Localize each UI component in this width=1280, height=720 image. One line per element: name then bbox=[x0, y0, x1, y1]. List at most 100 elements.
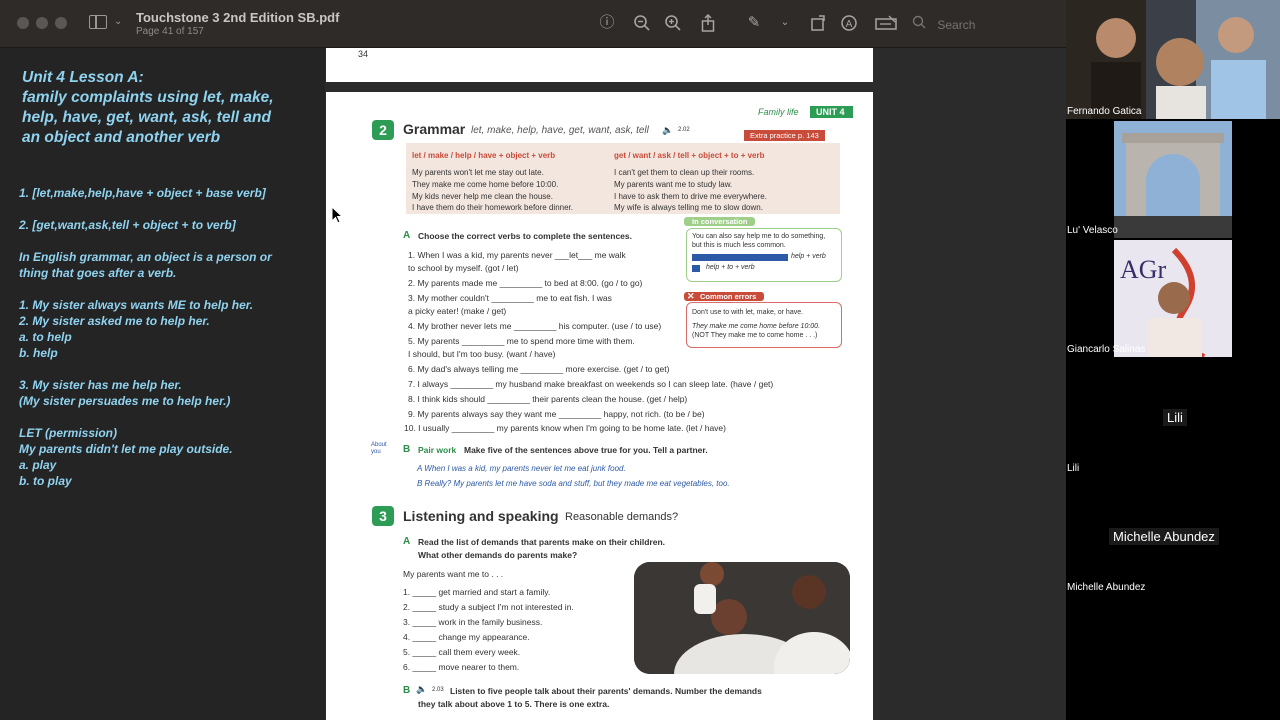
empty-area bbox=[1211, 597, 1280, 720]
share-icon[interactable] bbox=[699, 13, 717, 32]
grammar-example: My wife is always telling me to slow dow… bbox=[614, 203, 763, 212]
exercise-letter: B bbox=[403, 685, 411, 696]
audio-track: 2.02 bbox=[678, 127, 690, 133]
audio-icon[interactable]: 🔈 bbox=[416, 684, 427, 695]
maximize-window-button[interactable] bbox=[55, 17, 67, 29]
usage-bar-help-to-verb bbox=[692, 265, 700, 272]
notes-line: LET (permission) bbox=[19, 426, 118, 440]
participant-video[interactable] bbox=[1114, 121, 1232, 238]
conversation-text: but this is much less common. bbox=[692, 242, 786, 249]
exercise-instruction: Read the list of demands that parents ma… bbox=[418, 537, 666, 547]
grammar-example: My kids never help me clean the house. bbox=[412, 192, 553, 201]
example-dialogue: B Really? My parents let me have soda an… bbox=[417, 479, 730, 488]
exercise-item: 5. My parents _________ me to spend more… bbox=[408, 336, 635, 346]
exercise-instruction: What other demands do parents make? bbox=[418, 550, 578, 560]
notes-line: 2. My sister asked me to help her. bbox=[19, 314, 210, 328]
participant-video[interactable]: AGr bbox=[1114, 240, 1232, 357]
participant-name: Lu' Velasco bbox=[1067, 225, 1118, 236]
notes-line: a. to help bbox=[19, 330, 72, 344]
exercise-item: 8. I think kids should _________ their p… bbox=[408, 394, 688, 404]
conversation-text: You can also say help me to do something… bbox=[692, 233, 826, 240]
grammar-example: My parents want me to study law. bbox=[614, 180, 733, 189]
header-tag: Family life bbox=[758, 107, 799, 117]
notes-line: My parents didn't let me play outside. bbox=[19, 442, 233, 456]
exercise-item: 9. My parents always say they want me __… bbox=[408, 409, 705, 419]
pdf-window-titlebar: ⌄ Touchstone 3 2nd Edition SB.pdf Page 4… bbox=[0, 0, 1066, 48]
zoom-in-icon[interactable] bbox=[664, 14, 682, 32]
chevron-down-icon[interactable]: ⌄ bbox=[114, 16, 122, 27]
list-lead: My parents want me to . . . bbox=[403, 569, 504, 579]
notes-line: thing that goes after a verb. bbox=[19, 266, 177, 280]
listening-subtitle: Reasonable demands? bbox=[565, 511, 679, 523]
notes-line: 1. [let,make,help,have + object + base v… bbox=[19, 186, 266, 200]
rotate-icon[interactable] bbox=[809, 14, 827, 32]
minimize-window-button[interactable] bbox=[36, 17, 48, 29]
grammar-subtitle: let, make, help, have, get, want, ask, t… bbox=[471, 125, 649, 136]
video-participants-panel: Fernando Gatica Lu' Velasco AGr Giancarl… bbox=[1066, 0, 1280, 597]
exercise-item: a picky eater! (make / get) bbox=[408, 306, 507, 316]
exercise-letter: A bbox=[403, 230, 411, 241]
notes-heading-line: an object and another verb bbox=[22, 129, 221, 146]
grammar-title: Grammar bbox=[403, 121, 466, 137]
notes-panel: Unit 4 Lesson A: family complaints using… bbox=[0, 48, 325, 720]
info-icon[interactable]: ⓘ bbox=[598, 14, 616, 32]
exercise-item: 10. I usually _________ my parents know … bbox=[404, 423, 726, 433]
svg-text:A: A bbox=[846, 19, 853, 30]
grammar-example: They make me come home before 10:00. bbox=[412, 180, 559, 189]
extra-practice-tag: Extra practice p. 143 bbox=[744, 130, 825, 141]
page-indicator: Page 41 of 157 bbox=[136, 26, 204, 37]
mouse-cursor-icon bbox=[331, 206, 343, 224]
notes-line: 1. My sister always wants ME to help her… bbox=[19, 298, 254, 312]
chevron-down-icon[interactable]: ⌄ bbox=[776, 14, 794, 32]
exercise-letter: B bbox=[403, 444, 411, 455]
notes-heading-line: Unit 4 Lesson A: bbox=[22, 69, 144, 86]
audio-track: 2.03 bbox=[432, 687, 444, 693]
participant-avatar-name[interactable]: Lili bbox=[1163, 409, 1187, 426]
sidebar-toggle-icon[interactable] bbox=[89, 15, 107, 29]
grammar-example: My parents won't let me stay out late. bbox=[412, 168, 544, 177]
navigate-icon[interactable]: A bbox=[840, 14, 858, 32]
audio-icon[interactable]: 🔈 bbox=[662, 125, 673, 136]
exercise-item: to school by myself. (got / let) bbox=[408, 263, 519, 273]
exercise-instruction: they talk about above 1 to 5. There is o… bbox=[418, 699, 610, 709]
notes-line: 2. [get,want,ask,tell + object + to verb… bbox=[19, 218, 236, 232]
exercise-item: 1. When I was a kid, my parents never __… bbox=[408, 250, 626, 260]
participant-video[interactable]: Fernando Gatica bbox=[1066, 0, 1280, 119]
notes-line: b. help bbox=[19, 346, 58, 360]
demand-item: 2. _____ study a subject I'm not interes… bbox=[403, 602, 574, 612]
grammar-example: I have them do their homework before din… bbox=[412, 203, 573, 212]
notes-line: b. to play bbox=[19, 474, 72, 488]
about-you-tag: About you bbox=[371, 442, 387, 455]
exercise-instruction: Choose the correct verbs to complete the… bbox=[418, 231, 632, 241]
search-field[interactable]: Search bbox=[912, 12, 1062, 36]
close-window-button[interactable] bbox=[17, 17, 29, 29]
usage-bar-label: help + verb bbox=[791, 253, 826, 260]
participant-name: Lili bbox=[1067, 463, 1080, 474]
exercise-instruction: Listen to five people talk about their p… bbox=[450, 686, 762, 696]
exercise-item: 7. I always _________ my husband make br… bbox=[408, 379, 774, 389]
exercise-item: 2. My parents made me _________ to bed a… bbox=[408, 278, 643, 288]
search-icon bbox=[912, 13, 928, 37]
example-dialogue: A When I was a kid, my parents never let… bbox=[417, 464, 626, 473]
svg-text:AGr: AGr bbox=[1120, 255, 1167, 284]
participant-name: Michelle Abundez bbox=[1067, 582, 1146, 593]
grammar-col1-head: let / make / help / have + object + verb bbox=[412, 151, 556, 160]
notes-line: a. play bbox=[19, 458, 57, 472]
exercise-item: 6. My dad's always telling me _________ … bbox=[408, 364, 670, 374]
demand-item: 4. _____ change my appearance. bbox=[403, 632, 530, 642]
common-errors-title: Common errors bbox=[684, 292, 765, 301]
errors-text: Don't use to with let, make, or have. bbox=[692, 309, 804, 316]
participant-avatar-name[interactable]: Michelle Abundez bbox=[1109, 528, 1219, 545]
zoom-out-icon[interactable] bbox=[633, 14, 651, 32]
grammar-example: I can't get them to clean up their rooms… bbox=[614, 168, 755, 177]
demand-item: 3. _____ work in the family business. bbox=[403, 617, 543, 627]
exercise-item: 3. My mother couldn't _________ me to ea… bbox=[408, 293, 612, 303]
notes-heading-line: help, have, get, want, ask, tell and bbox=[22, 109, 271, 126]
markup-icon[interactable]: ✎ bbox=[745, 14, 763, 32]
form-icon[interactable] bbox=[875, 14, 897, 32]
unit-badge: UNIT 4 bbox=[810, 106, 853, 118]
document-title: Touchstone 3 2nd Edition SB.pdf bbox=[136, 10, 340, 25]
grammar-col2-head: get / want / ask / tell + object + to + … bbox=[614, 151, 765, 160]
page-number: 34 bbox=[358, 49, 369, 59]
demand-item: 5. _____ call them every week. bbox=[403, 647, 521, 657]
